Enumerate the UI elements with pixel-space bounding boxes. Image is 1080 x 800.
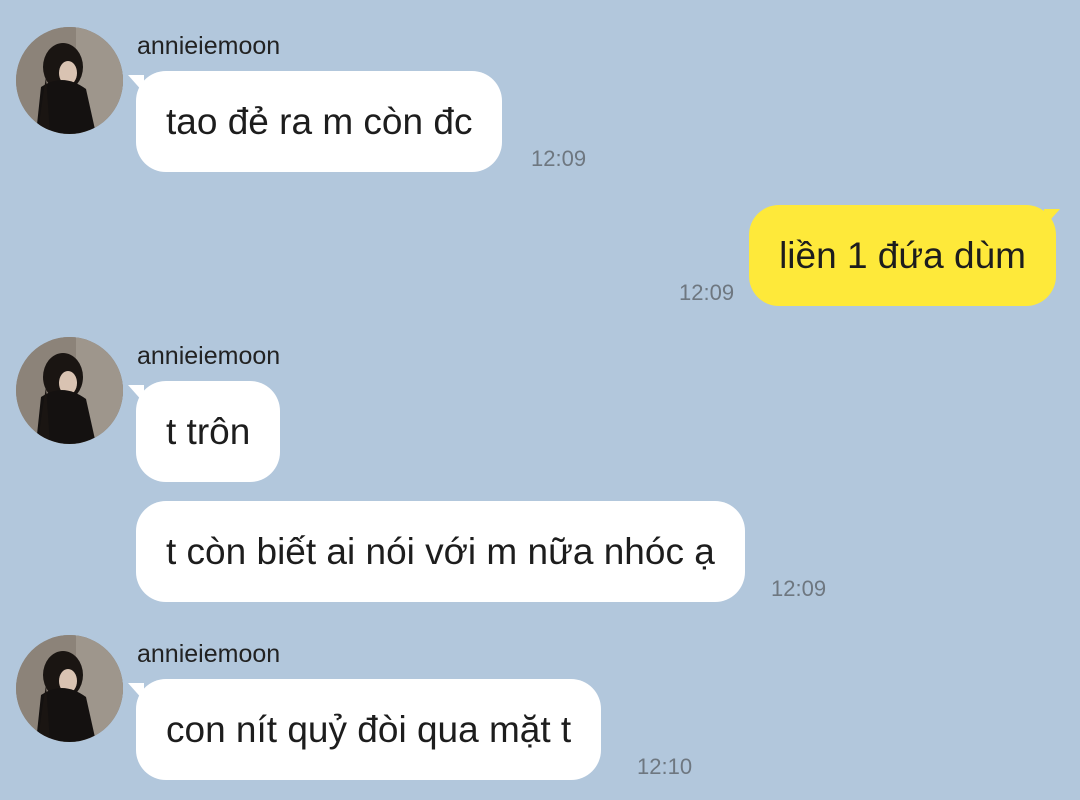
message-time: 12:09 (771, 576, 827, 601)
message-time: 12:09 (531, 146, 587, 171)
message-time: 12:10 (637, 754, 693, 779)
sender-avatar[interactable] (16, 337, 123, 444)
message-bubble[interactable]: liền 1 đứa dùm (749, 205, 1056, 306)
sender-name: annieiemoon (137, 342, 281, 370)
sender-avatar[interactable] (16, 635, 123, 742)
sender-name: annieiemoon (137, 32, 281, 60)
profile-photo-avatar-icon (16, 337, 123, 444)
message-bubble[interactable]: tao đẻ ra m còn đc (136, 71, 503, 172)
sender-name: annieiemoon (137, 640, 281, 668)
profile-photo-avatar-icon (16, 635, 123, 742)
message-time: 12:09 (679, 280, 735, 305)
sender-avatar[interactable] (16, 27, 123, 134)
message-bubble[interactable]: t còn biết ai nói với m nữa nhóc ạ (136, 501, 745, 602)
message-bubble[interactable]: t trôn (136, 381, 281, 482)
message-bubble[interactable]: con nít quỷ đòi qua mặt t (136, 679, 602, 780)
profile-photo-avatar-icon (16, 27, 123, 134)
